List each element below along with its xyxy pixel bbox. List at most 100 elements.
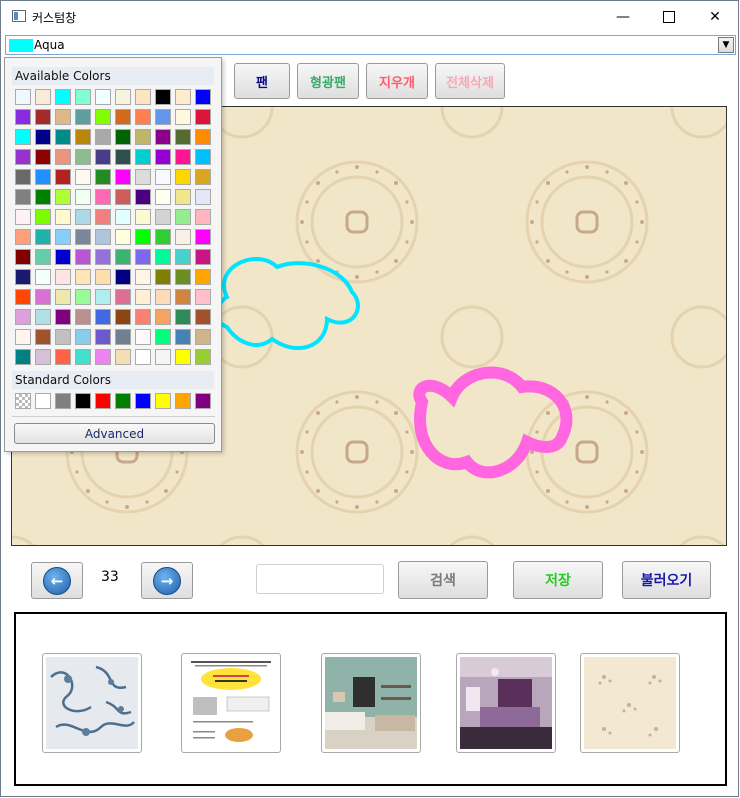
available-color-swatch[interactable] (135, 269, 151, 285)
available-color-swatch[interactable] (155, 109, 171, 125)
available-color-swatch[interactable] (55, 129, 71, 145)
available-color-swatch[interactable] (15, 209, 31, 225)
available-color-swatch[interactable] (175, 329, 191, 345)
available-color-swatch[interactable] (15, 249, 31, 265)
available-color-swatch[interactable] (155, 189, 171, 205)
available-color-swatch[interactable] (15, 149, 31, 165)
available-color-swatch[interactable] (35, 269, 51, 285)
available-color-swatch[interactable] (175, 289, 191, 305)
available-color-swatch[interactable] (195, 329, 211, 345)
available-color-swatch[interactable] (35, 309, 51, 325)
available-color-swatch[interactable] (155, 249, 171, 265)
available-color-swatch[interactable] (195, 209, 211, 225)
available-color-swatch[interactable] (135, 89, 151, 105)
standard-color-swatch[interactable] (195, 393, 211, 409)
available-color-swatch[interactable] (175, 249, 191, 265)
available-color-swatch[interactable] (95, 309, 111, 325)
available-color-swatch[interactable] (55, 149, 71, 165)
next-button[interactable]: → (141, 562, 193, 599)
available-color-swatch[interactable] (35, 109, 51, 125)
search-button[interactable]: 검색 (398, 561, 488, 599)
available-color-swatch[interactable] (15, 89, 31, 105)
clear-all-button[interactable]: 전체삭제 (435, 63, 505, 99)
available-color-swatch[interactable] (195, 109, 211, 125)
standard-color-swatch[interactable] (135, 393, 151, 409)
standard-color-swatch[interactable] (155, 393, 171, 409)
available-color-swatch[interactable] (55, 309, 71, 325)
available-color-swatch[interactable] (155, 289, 171, 305)
available-color-swatch[interactable] (175, 229, 191, 245)
standard-color-swatch[interactable] (95, 393, 111, 409)
available-color-swatch[interactable] (55, 229, 71, 245)
save-button[interactable]: 저장 (513, 561, 603, 599)
available-color-swatch[interactable] (155, 329, 171, 345)
available-color-swatch[interactable] (95, 289, 111, 305)
available-color-swatch[interactable] (135, 229, 151, 245)
available-color-swatch[interactable] (135, 329, 151, 345)
available-color-swatch[interactable] (115, 189, 131, 205)
minimize-button[interactable]: — (600, 1, 646, 33)
available-color-swatch[interactable] (75, 309, 91, 325)
available-color-swatch[interactable] (35, 129, 51, 145)
available-color-swatch[interactable] (155, 89, 171, 105)
standard-color-swatch[interactable] (175, 393, 191, 409)
available-color-swatch[interactable] (135, 249, 151, 265)
available-color-swatch[interactable] (195, 149, 211, 165)
available-color-swatch[interactable] (175, 89, 191, 105)
available-color-swatch[interactable] (155, 269, 171, 285)
available-color-swatch[interactable] (195, 309, 211, 325)
available-color-swatch[interactable] (95, 329, 111, 345)
available-color-swatch[interactable] (35, 249, 51, 265)
available-color-swatch[interactable] (95, 89, 111, 105)
available-color-swatch[interactable] (75, 129, 91, 145)
available-color-swatch[interactable] (155, 309, 171, 325)
available-color-swatch[interactable] (55, 189, 71, 205)
available-color-swatch[interactable] (175, 169, 191, 185)
available-color-swatch[interactable] (35, 149, 51, 165)
available-color-swatch[interactable] (55, 289, 71, 305)
available-color-swatch[interactable] (75, 349, 91, 365)
available-color-swatch[interactable] (195, 129, 211, 145)
available-color-swatch[interactable] (75, 269, 91, 285)
available-color-swatch[interactable] (15, 189, 31, 205)
standard-color-swatch[interactable] (115, 393, 131, 409)
available-color-swatch[interactable] (35, 349, 51, 365)
available-color-swatch[interactable] (35, 209, 51, 225)
available-color-swatch[interactable] (35, 169, 51, 185)
available-color-swatch[interactable] (135, 169, 151, 185)
available-color-swatch[interactable] (35, 329, 51, 345)
standard-color-swatch[interactable] (55, 393, 71, 409)
available-color-swatch[interactable] (95, 129, 111, 145)
maximize-button[interactable] (646, 1, 692, 33)
available-color-swatch[interactable] (15, 349, 31, 365)
available-color-swatch[interactable] (95, 169, 111, 185)
available-color-swatch[interactable] (15, 269, 31, 285)
available-color-swatch[interactable] (15, 169, 31, 185)
available-color-swatch[interactable] (115, 149, 131, 165)
available-color-swatch[interactable] (55, 349, 71, 365)
available-color-swatch[interactable] (195, 269, 211, 285)
standard-color-swatch[interactable] (75, 393, 91, 409)
advanced-button[interactable]: Advanced (14, 423, 215, 444)
available-color-swatch[interactable] (195, 229, 211, 245)
available-color-swatch[interactable] (195, 189, 211, 205)
thumbnail-blue-floral-wallpaper[interactable] (42, 653, 142, 753)
available-color-swatch[interactable] (175, 149, 191, 165)
available-color-swatch[interactable] (75, 149, 91, 165)
available-color-swatch[interactable] (75, 229, 91, 245)
thumbnail-purple-bedroom[interactable] (456, 653, 556, 753)
available-color-swatch[interactable] (195, 89, 211, 105)
available-color-swatch[interactable] (135, 109, 151, 125)
available-color-swatch[interactable] (55, 109, 71, 125)
available-color-swatch[interactable] (35, 189, 51, 205)
available-color-swatch[interactable] (115, 309, 131, 325)
available-color-swatch[interactable] (115, 249, 131, 265)
available-color-swatch[interactable] (15, 109, 31, 125)
available-color-swatch[interactable] (95, 349, 111, 365)
available-color-swatch[interactable] (195, 169, 211, 185)
available-color-swatch[interactable] (135, 129, 151, 145)
available-color-swatch[interactable] (75, 109, 91, 125)
available-color-swatch[interactable] (135, 149, 151, 165)
available-color-swatch[interactable] (115, 129, 131, 145)
available-color-swatch[interactable] (55, 329, 71, 345)
